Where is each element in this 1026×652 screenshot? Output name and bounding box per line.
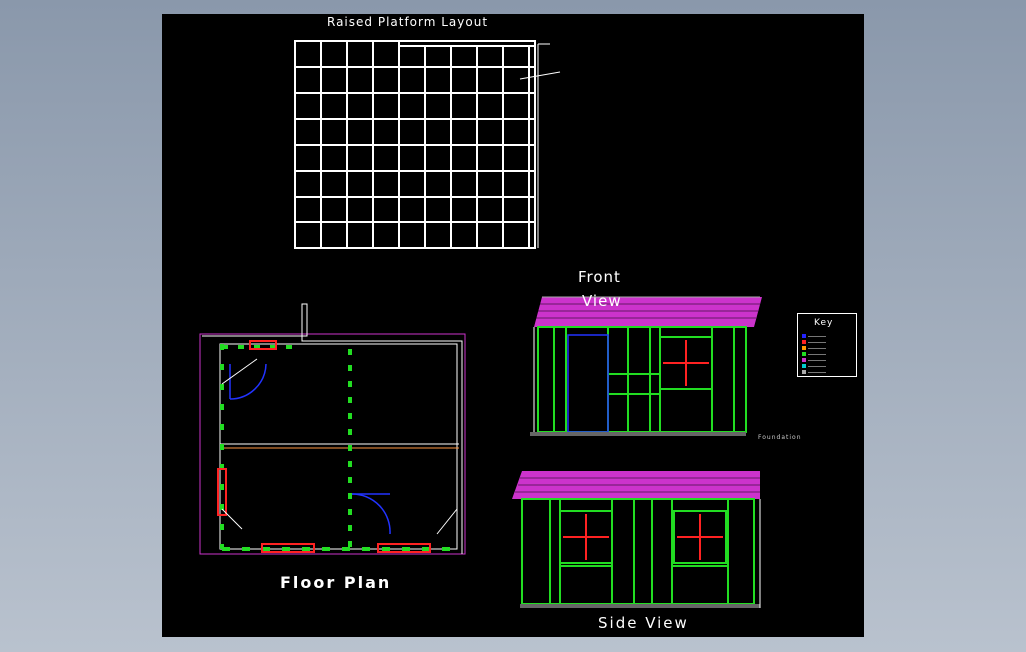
cad-drawing <box>199 40 762 608</box>
key-entry-text <box>808 366 826 367</box>
drawing-sheet: Raised Platform Layout Front View Floor … <box>162 14 864 637</box>
floor-plan <box>199 303 466 555</box>
key-swatch <box>802 352 806 356</box>
key-entry-text <box>808 336 826 337</box>
front-view <box>530 296 762 436</box>
key-entry-text <box>808 348 826 349</box>
key-title: Key <box>814 318 834 328</box>
platform-grid <box>294 40 561 249</box>
front-view-title-line1: Front <box>578 268 621 286</box>
key-swatch <box>802 346 806 350</box>
key-entry-text <box>808 342 826 343</box>
key-swatch <box>802 364 806 368</box>
floor-plan-title: Floor Plan <box>280 573 392 592</box>
key-entry-text <box>808 360 826 361</box>
side-view <box>512 471 761 608</box>
key-swatch <box>802 370 806 374</box>
key-entry-text <box>808 372 826 373</box>
side-view-title: Side View <box>598 614 689 632</box>
key-swatch <box>802 358 806 362</box>
front-view-title-line2: View <box>582 292 622 310</box>
foundation-label: Foundation <box>758 434 802 441</box>
key-entry-text <box>808 354 826 355</box>
key-swatch <box>802 334 806 338</box>
key-swatch <box>802 340 806 344</box>
platform-layout-title: Raised Platform Layout <box>327 15 489 29</box>
